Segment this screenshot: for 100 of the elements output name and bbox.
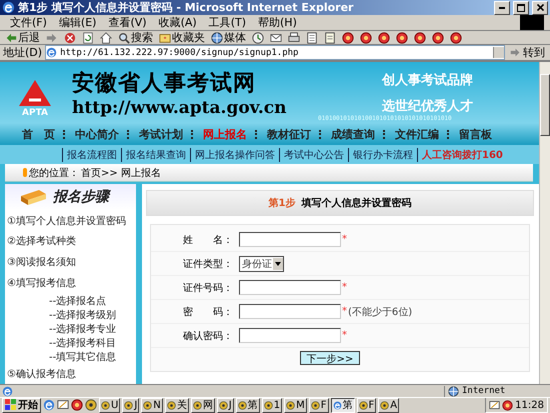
- nav-link[interactable]: 文件汇编: [395, 126, 439, 142]
- address-label: 地址(D): [3, 45, 42, 60]
- browser-e-icon[interactable]: [2, 1, 15, 14]
- scrollbar[interactable]: [539, 62, 550, 384]
- field-label: 证件类型：: [182, 258, 234, 271]
- media-button[interactable]: 媒体: [210, 31, 247, 44]
- link-link[interactable]: 考试中心公告: [279, 148, 344, 162]
- taskbar-button[interactable]: F: [308, 398, 328, 413]
- nav-link[interactable]: 教材征订: [267, 126, 311, 142]
- menu-item[interactable]: 查看(V): [104, 15, 151, 30]
- close-button[interactable]: [532, 0, 548, 15]
- step-item: ③阅读报名须知: [6, 256, 77, 270]
- go-button[interactable]: 转到: [508, 45, 547, 60]
- nav-link[interactable]: 留言板: [459, 126, 492, 142]
- taskbar-button[interactable]: 关: [164, 398, 189, 413]
- disc-icon[interactable]: [218, 400, 228, 410]
- zone-label: Internet: [462, 386, 506, 396]
- close-icon: [536, 4, 544, 12]
- disc-icon[interactable]: [286, 400, 296, 410]
- link-link[interactable]: 银行办卡流程: [348, 148, 413, 162]
- nav-link[interactable]: 成绩查询: [331, 126, 375, 142]
- dropdown-arrow-icon: [275, 262, 281, 266]
- field-label: 姓 名：: [182, 234, 234, 247]
- bullet-icon: [23, 168, 27, 178]
- windows-flag-icon: [5, 399, 17, 412]
- minimize-button[interactable]: [494, 0, 510, 15]
- globe-icon[interactable]: [448, 386, 459, 397]
- search-icon[interactable]: [118, 32, 130, 44]
- desktop-icon[interactable]: [57, 399, 69, 412]
- disc-icon[interactable]: [264, 400, 273, 410]
- nav-link[interactable]: 中心简介: [75, 126, 119, 142]
- nav-link[interactable]: 首 页: [22, 126, 55, 142]
- step-item: ①填写个人信息并设置密码: [6, 214, 127, 229]
- taskbar-button[interactable]: 第: [330, 398, 354, 413]
- field-label: 确认密码：: [182, 330, 234, 343]
- next-step-button[interactable]: 下一步>>: [300, 351, 360, 366]
- field-label: 密 码：: [182, 306, 234, 319]
- books-icon: [19, 188, 47, 206]
- menu-item[interactable]: 收藏(A): [154, 15, 201, 30]
- search-button[interactable]: 搜索: [117, 31, 154, 44]
- step-item: ⑤确认报考信息: [6, 368, 77, 382]
- slogan: 创人事考试品牌: [382, 72, 473, 89]
- disc-icon[interactable]: [166, 400, 176, 410]
- link-link[interactable]: 报名流程图: [62, 148, 117, 162]
- disc-icon[interactable]: [310, 400, 320, 410]
- disc-icon[interactable]: [380, 400, 390, 410]
- disc-icon[interactable]: [238, 400, 247, 410]
- taskbar-button[interactable]: J: [122, 398, 140, 413]
- substep-item: --填写其它信息: [48, 350, 118, 364]
- breadcrumb-label: 您的位置：: [29, 166, 79, 180]
- maximize-button[interactable]: [513, 0, 529, 15]
- menu-item[interactable]: 编辑(E): [54, 15, 100, 30]
- link-link[interactable]: 报名结果查询: [121, 148, 186, 162]
- disc-icon[interactable]: [124, 400, 134, 410]
- taskbar-button[interactable]: F: [356, 398, 376, 413]
- taskbar-button[interactable]: M: [284, 398, 307, 413]
- taskbar-button[interactable]: 1: [262, 398, 282, 413]
- required-mark: *: [342, 306, 347, 318]
- menu-item[interactable]: 工具(T): [204, 15, 250, 30]
- site-url: http://www.apta.gov.cn: [72, 98, 286, 118]
- globe-icon[interactable]: [211, 32, 223, 44]
- site-name: 安徽省人事考试网: [72, 70, 257, 98]
- address-field[interactable]: http://61.132.222.97:9000/signup/signup1.php: [45, 45, 505, 60]
- disc-icon[interactable]: [192, 400, 202, 410]
- link-link[interactable]: 网上报名操作问答: [190, 148, 275, 162]
- disc-icon[interactable]: [101, 400, 110, 410]
- desktop-icon[interactable]: [489, 400, 500, 411]
- triangle-logo-icon: [17, 78, 53, 108]
- taskbar-button[interactable]: 网: [190, 398, 215, 413]
- clock: 11:28: [515, 400, 544, 411]
- input-field[interactable]: [239, 232, 341, 248]
- input-field[interactable]: [239, 280, 341, 296]
- disc-icon[interactable]: [85, 399, 97, 412]
- taskbar-button[interactable]: 第: [236, 398, 260, 413]
- back-arrow-icon[interactable]: [5, 32, 17, 44]
- id-type-dropdown[interactable]: 身份证: [239, 256, 284, 272]
- nav-link[interactable]: 考试计划: [139, 126, 183, 142]
- round-badge-icon[interactable]: [502, 400, 514, 411]
- input-field[interactable]: [239, 304, 341, 320]
- breadcrumb-path[interactable]: 首页>> 网上报名: [81, 166, 161, 180]
- disc-icon[interactable]: [143, 400, 152, 410]
- menu-item[interactable]: 文件(F): [6, 15, 51, 30]
- taskbar-button[interactable]: U: [99, 398, 120, 413]
- taskbar-button[interactable]: A: [378, 398, 400, 413]
- maximize-icon: [517, 4, 525, 12]
- round-badge-icon[interactable]: [71, 399, 83, 412]
- required-mark: *: [342, 234, 347, 246]
- field-label: 证件号码：: [182, 282, 234, 295]
- menu-item[interactable]: 帮助(H): [254, 15, 301, 30]
- taskbar-button[interactable]: N: [141, 398, 163, 413]
- slogan: 选世纪优秀人才: [382, 98, 473, 115]
- start-button[interactable]: 开始: [2, 398, 41, 413]
- back-button[interactable]: 后退: [4, 31, 41, 44]
- favorites-button[interactable]: 收藏夹: [158, 31, 206, 44]
- step-number: 第1步: [268, 196, 296, 210]
- taskbar-button[interactable]: J: [216, 398, 234, 413]
- substep-item: --选择报考科目: [48, 336, 118, 350]
- input-field[interactable]: [239, 328, 341, 344]
- disc-icon[interactable]: [358, 400, 368, 410]
- substep-item: --选择报考级别: [48, 308, 118, 322]
